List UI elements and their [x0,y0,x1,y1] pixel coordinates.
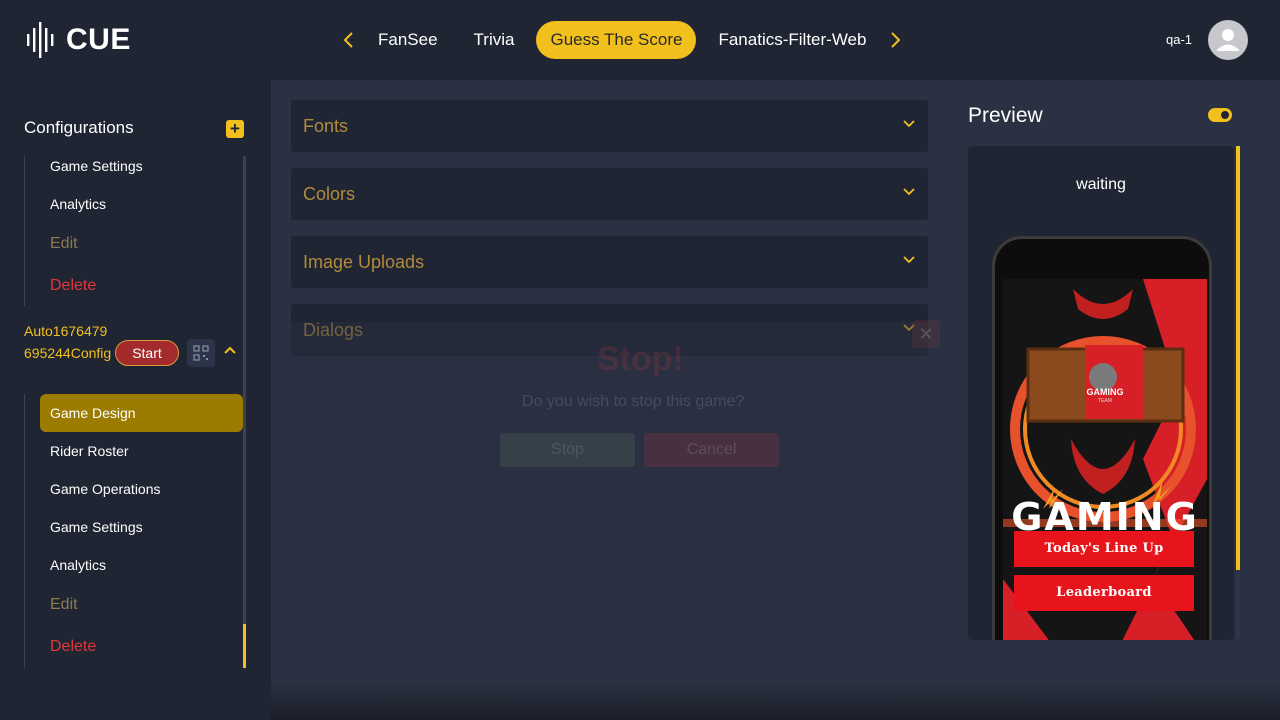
chevron-down-icon [903,120,915,128]
sidebar-scrollbar[interactable] [243,156,246,668]
sidebar-item-analytics-2[interactable]: Analytics [50,557,106,573]
user-icon [1217,29,1239,51]
top-bar: CUE FanSee Trivia Guess The Score Fanati… [0,0,1280,80]
preview-scrollbar-thumb[interactable] [1236,146,1240,570]
sidebar-item-delete[interactable]: Delete [50,277,96,295]
leaderboard-button[interactable]: Leaderboard [1014,575,1194,611]
config-name[interactable]: Auto1676479695244Config [24,320,114,364]
tab-fanatics-filter-web[interactable]: Fanatics-Filter-Web [704,21,880,59]
nav-next-button[interactable] [884,21,908,59]
todays-line-up-button[interactable]: Today's Line Up [1014,531,1194,567]
tab-fansee[interactable]: FanSee [364,21,452,59]
section-label: Image Uploads [303,252,425,272]
chevron-up-icon [224,346,236,354]
preview-toggle[interactable] [1208,108,1232,122]
tab-guess-the-score[interactable]: Guess The Score [536,21,697,59]
chevron-right-icon [891,32,901,48]
close-icon: ✕ [918,324,934,344]
game-nav: FanSee Trivia Guess The Score Fanatics-F… [336,21,908,59]
sidebar-item-game-settings-2[interactable]: Game Settings [50,519,143,535]
tree-line [24,394,25,668]
sidebar-item-delete-2[interactable]: Delete [50,638,96,656]
sidebar: Configurations + Game Settings Analytics… [0,80,271,720]
start-button[interactable]: Start [115,340,179,366]
section-fonts[interactable]: Fonts [291,100,928,152]
sound-wave-icon [27,22,54,58]
dialog-stop-button[interactable]: Stop [500,433,635,467]
logo-text: GAMING [1086,387,1124,397]
collapse-button[interactable] [223,342,237,359]
preview-title: Preview [968,104,1043,127]
sidebar-title: Configurations [24,118,134,137]
sidebar-item-analytics[interactable]: Analytics [50,196,106,212]
chevron-down-icon [903,256,915,264]
plus-icon: + [230,119,240,138]
avatar[interactable] [1208,20,1248,60]
sidebar-item-game-operations[interactable]: Game Operations [50,481,161,497]
preview-status: waiting [1076,176,1126,193]
nav-prev-button[interactable] [336,21,360,59]
tree-line [24,156,25,306]
sidebar-scrollbar-thumb[interactable] [243,624,246,668]
chevron-left-icon [343,32,353,48]
section-label: Colors [303,184,356,204]
chevron-down-icon [903,188,915,196]
dialog-close-button[interactable]: ✕ [912,320,940,348]
phone-screen: GAMING TEAM GAMING Today's Line Up Leade… [1003,279,1207,640]
tab-trivia[interactable]: Trivia [460,21,529,59]
phone-frame: GAMING TEAM GAMING Today's Line Up Leade… [992,236,1212,640]
sidebar-item-edit[interactable]: Edit [50,235,78,253]
brand-logo[interactable]: CUE [24,20,131,60]
footer-shadow [271,680,1280,720]
sidebar-item-edit-2[interactable]: Edit [50,596,78,614]
dialog-cancel-button[interactable]: Cancel [644,433,779,467]
sidebar-item-game-settings[interactable]: Game Settings [50,158,143,174]
dialog-title: Stop! [597,340,684,378]
qr-code-icon [193,345,209,361]
sidebar-item-game-design[interactable]: Game Design [40,394,243,432]
dialog-message: Do you wish to stop this game? [522,393,745,410]
user-name: qa-1 [1166,32,1193,47]
section-label: Fonts [303,116,349,136]
main-panel: Fonts Colors Image Uploads Dialogs ✕ Sto… [271,80,1280,680]
brand-name: CUE [66,23,131,56]
sidebar-item-rider-roster[interactable]: Rider Roster [50,443,129,459]
add-configuration-button[interactable]: + [226,120,244,138]
logo-subtext: TEAM [1098,398,1112,404]
qr-code-button[interactable] [187,339,215,367]
section-colors[interactable]: Colors [291,168,928,220]
preview-card: waiting GAMING TEAM GAMING Today's Line … [968,146,1234,640]
section-image-uploads[interactable]: Image Uploads [291,236,928,288]
